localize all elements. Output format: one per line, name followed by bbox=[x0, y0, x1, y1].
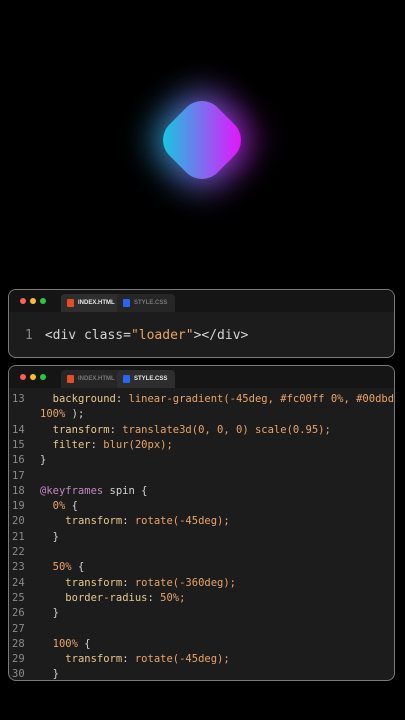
minimize-dot-icon[interactable] bbox=[30, 298, 36, 304]
line-number: 21 bbox=[12, 530, 25, 543]
loader-shape bbox=[153, 91, 251, 189]
line-number: 19 bbox=[12, 500, 25, 513]
css-code-line: 14 transform: translate3d(0, 0, 0) scale… bbox=[9, 423, 331, 438]
css-code-line: 23 50% { bbox=[9, 560, 84, 575]
maximize-dot-icon[interactable] bbox=[40, 374, 46, 380]
line-number: 27 bbox=[12, 622, 25, 635]
html-editor-window: INDEX.HTML STYLE.CSS 1 <div class="loader… bbox=[8, 289, 395, 358]
line-number: 16 bbox=[12, 454, 25, 467]
css-code-line: 16} bbox=[9, 453, 46, 468]
window-controls bbox=[20, 374, 46, 380]
line-text: } bbox=[40, 668, 59, 679]
tab-label: INDEX.HTML bbox=[78, 300, 115, 306]
html5-icon bbox=[67, 299, 74, 307]
css-code-line: 20 transform: rotate(-45deg); bbox=[9, 514, 230, 529]
html-code-line: 1 <div class="loader"></div> bbox=[25, 328, 248, 343]
line-text: 100% { bbox=[52, 637, 91, 650]
css-code-line: 26 } bbox=[9, 606, 59, 621]
code-attr: class= bbox=[83, 328, 131, 343]
tab-style-css[interactable]: STYLE.CSS bbox=[117, 370, 175, 388]
css-code-line: 28 100% { bbox=[9, 637, 91, 652]
css-code-line: 100% ); bbox=[9, 407, 84, 422]
line-number: 26 bbox=[12, 607, 25, 620]
line-text: 0% { bbox=[52, 500, 78, 513]
line-number: 23 bbox=[12, 561, 25, 574]
css-code-line: 15 filter: blur(20px); bbox=[9, 438, 173, 453]
css-code-line: 27 bbox=[9, 622, 40, 637]
code-attr-value: "loader" bbox=[130, 328, 194, 343]
code-open-tag: <div bbox=[44, 328, 77, 343]
css-code-line: 22 bbox=[9, 545, 40, 560]
preview-area bbox=[0, 0, 405, 285]
line-number: 30 bbox=[12, 668, 25, 679]
line-text: } bbox=[40, 454, 47, 467]
css3-icon bbox=[123, 299, 130, 307]
line-number: 22 bbox=[12, 546, 25, 558]
minimize-dot-icon[interactable] bbox=[30, 374, 36, 380]
line-text: 100% ); bbox=[40, 408, 85, 421]
css-code-line: 24 transform: rotate(-360deg); bbox=[9, 576, 236, 591]
line-text: } bbox=[40, 607, 59, 620]
line-number: 29 bbox=[12, 653, 25, 666]
line-number: 13 bbox=[12, 393, 25, 405]
css-code-area[interactable]: 13 background: linear-gradient(-45deg, #… bbox=[9, 389, 394, 679]
css-code-line: 18 @keyframes spin { bbox=[9, 484, 147, 499]
line-number: 14 bbox=[12, 423, 25, 436]
line-number: 15 bbox=[12, 438, 25, 451]
line-number: 25 bbox=[12, 591, 25, 604]
css-code-line: 21 } bbox=[9, 530, 59, 545]
close-dot-icon[interactable] bbox=[20, 298, 26, 304]
css-code-line: 17 bbox=[9, 469, 40, 484]
css-window-tabbar: INDEX.HTML STYLE.CSS bbox=[9, 366, 394, 388]
css-code-line: 30 } bbox=[9, 667, 59, 679]
maximize-dot-icon[interactable] bbox=[40, 298, 46, 304]
css-code-line: 19 0% { bbox=[9, 499, 78, 514]
code-close-tag: ></div> bbox=[193, 328, 249, 343]
css3-icon bbox=[123, 375, 130, 383]
html-window-tabbar: INDEX.HTML STYLE.CSS bbox=[9, 290, 394, 312]
line-text: transform: rotate(-45deg); bbox=[65, 515, 230, 528]
close-dot-icon[interactable] bbox=[20, 374, 26, 380]
css-editor-window: INDEX.HTML STYLE.CSS 13 background: line… bbox=[8, 365, 395, 681]
line-text: transform: rotate(-360deg); bbox=[65, 576, 236, 589]
window-controls bbox=[20, 298, 46, 304]
line-number: 28 bbox=[12, 637, 25, 650]
css-code-line: 13 background: linear-gradient(-45deg, #… bbox=[9, 392, 394, 407]
line-text: filter: blur(20px); bbox=[52, 438, 173, 451]
line-text: } bbox=[40, 530, 59, 543]
line-number: 20 bbox=[12, 515, 25, 528]
line-number: 18 bbox=[12, 484, 25, 497]
css-code-line: 25 border-radius: 50%; bbox=[9, 591, 185, 606]
line-text: transform: rotate(-45deg); bbox=[65, 653, 230, 666]
html5-icon bbox=[67, 375, 74, 383]
line-number: 24 bbox=[12, 576, 25, 589]
css-code-line: 29 transform: rotate(-45deg); bbox=[9, 652, 230, 667]
tab-label: STYLE.CSS bbox=[134, 300, 168, 306]
line-text: 50% { bbox=[52, 561, 85, 574]
tab-label: STYLE.CSS bbox=[134, 376, 168, 382]
tab-label: INDEX.HTML bbox=[78, 376, 115, 382]
line-number: 1 bbox=[25, 328, 33, 343]
line-text: border-radius: 50%; bbox=[65, 591, 186, 604]
line-text: @keyframes spin { bbox=[40, 484, 148, 497]
line-text: background: linear-gradient(-45deg, #fc0… bbox=[52, 393, 394, 405]
line-number: 17 bbox=[12, 469, 25, 482]
line-text: transform: translate3d(0, 0, 0) scale(0.… bbox=[52, 423, 331, 436]
tab-style-css[interactable]: STYLE.CSS bbox=[117, 294, 175, 312]
